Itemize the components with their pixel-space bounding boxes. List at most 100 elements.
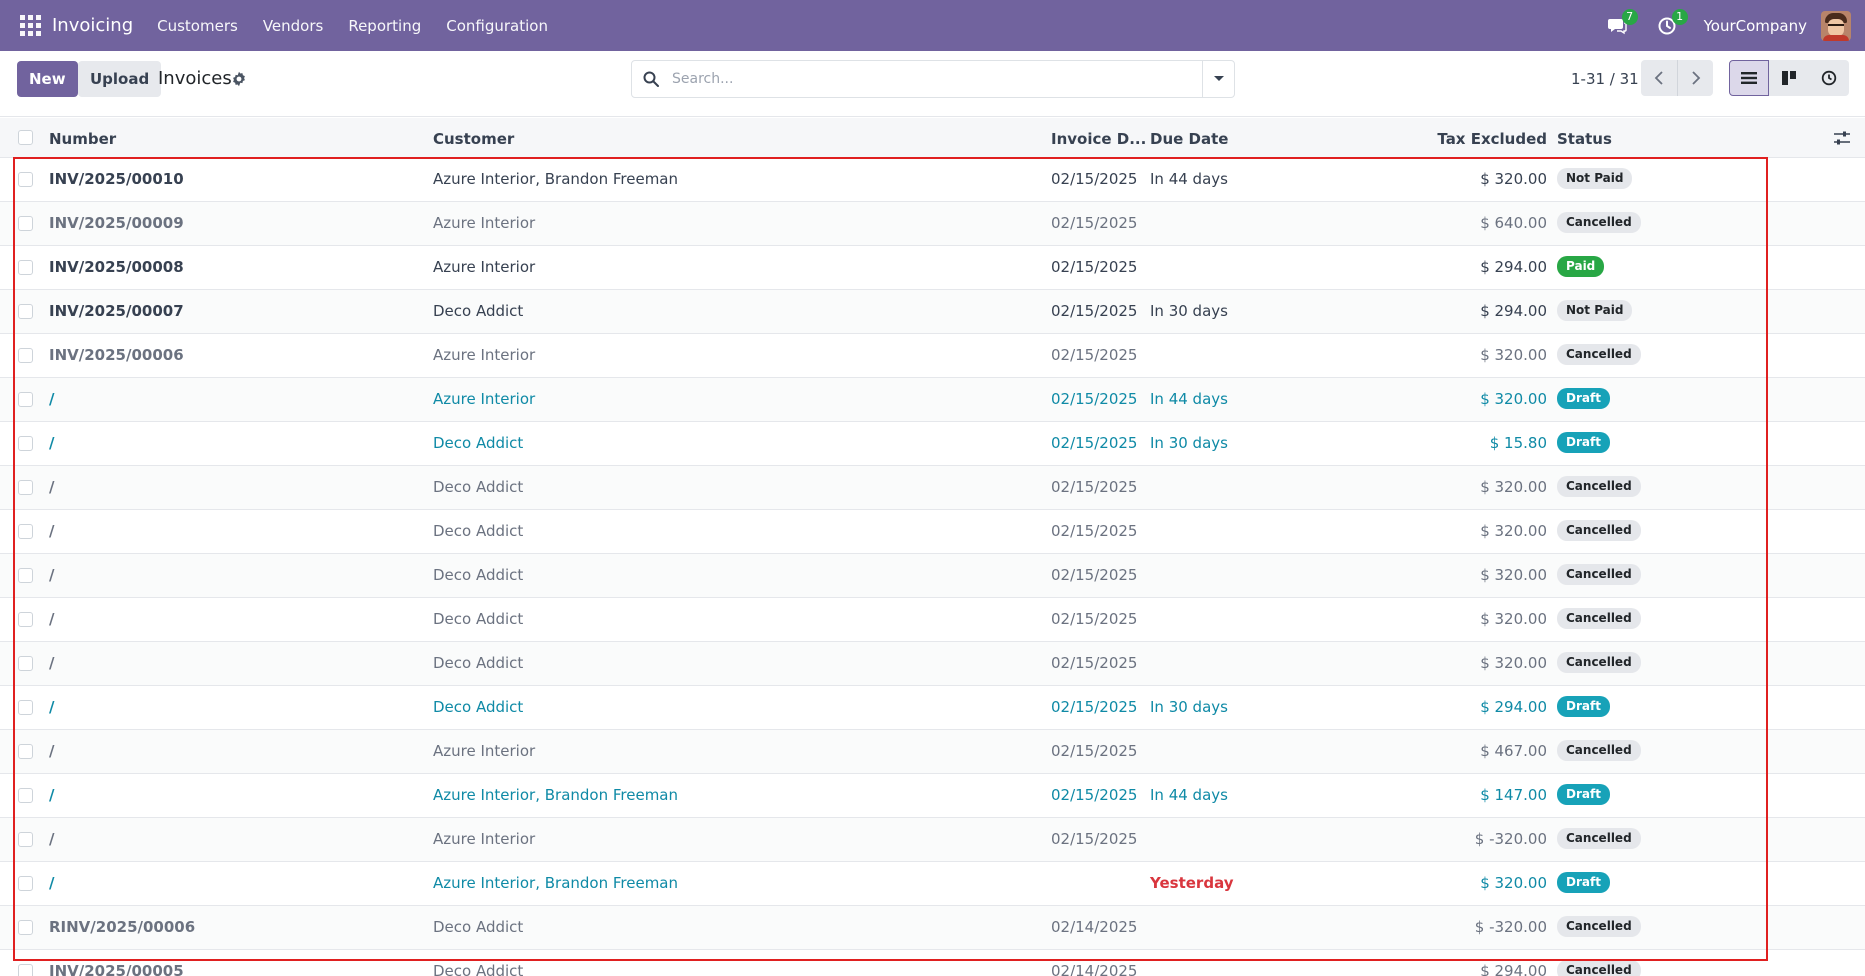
row-checkbox[interactable] <box>18 480 33 495</box>
table-row[interactable]: INV/2025/00008 Azure Interior 02/15/2025 $ … <box>0 246 1865 290</box>
table-row[interactable]: INV/2025/00010 Azure Interior, Brandon Fr… <box>0 158 1865 202</box>
row-checkbox[interactable] <box>18 304 33 319</box>
status-badge: Draft <box>1557 432 1610 453</box>
status-badge: Cancelled <box>1557 652 1641 673</box>
table-row[interactable]: / Deco Addict 02/15/2025 $ 320.00 Cancelled <box>0 598 1865 642</box>
cell-status: Cancelled <box>1557 212 1641 233</box>
column-number[interactable]: Number <box>49 130 116 148</box>
cell-customer: Azure Interior <box>433 214 536 232</box>
row-checkbox[interactable] <box>18 788 33 803</box>
cell-due-date: Yesterday <box>1150 874 1234 892</box>
row-checkbox[interactable] <box>18 656 33 671</box>
row-checkbox[interactable] <box>18 832 33 847</box>
gear-icon[interactable] <box>231 71 247 87</box>
column-due-date[interactable]: Due Date <box>1150 130 1228 148</box>
pager-next-button[interactable] <box>1677 60 1713 96</box>
list-header: Number Customer Invoice D... Due Date Ta… <box>0 118 1865 158</box>
apps-menu-icon[interactable] <box>18 14 42 38</box>
cell-status: Cancelled <box>1557 960 1641 976</box>
cell-tax-excluded: $ 320.00 <box>1480 874 1547 892</box>
app-name[interactable]: Invoicing <box>52 15 133 36</box>
row-checkbox[interactable] <box>18 260 33 275</box>
menu-customers[interactable]: Customers <box>157 17 238 35</box>
optional-columns-icon[interactable] <box>1833 130 1851 146</box>
row-checkbox[interactable] <box>18 436 33 451</box>
row-checkbox[interactable] <box>18 744 33 759</box>
cell-tax-excluded: $ 294.00 <box>1480 962 1547 976</box>
column-tax-excluded[interactable]: Tax Excluded <box>1437 130 1547 148</box>
cell-number: / <box>49 874 55 892</box>
cell-status: Draft <box>1557 696 1610 717</box>
table-row[interactable]: / Deco Addict 02/15/2025 $ 320.00 Cancelled <box>0 510 1865 554</box>
menu-reporting[interactable]: Reporting <box>348 17 421 35</box>
company-switcher[interactable]: YourCompany <box>1704 17 1807 35</box>
table-row[interactable]: / Deco Addict 02/15/2025 $ 320.00 Cancelled <box>0 554 1865 598</box>
pager-value[interactable]: 1-31 / 31 <box>1571 70 1639 88</box>
search-options-toggle[interactable] <box>1202 61 1234 97</box>
status-badge: Cancelled <box>1557 344 1641 365</box>
caret-down-icon <box>1213 76 1224 81</box>
menu-configuration[interactable]: Configuration <box>446 17 548 35</box>
table-row[interactable]: INV/2025/00006 Azure Interior 02/15/2025 $ … <box>0 334 1865 378</box>
kanban-view-button[interactable] <box>1769 60 1809 96</box>
column-invoice-date[interactable]: Invoice D... <box>1051 130 1146 148</box>
activities-clock-icon[interactable]: 1 <box>1654 8 1688 39</box>
cell-customer: Azure Interior <box>433 390 536 408</box>
table-row[interactable]: / Azure Interior 02/15/2025 $ 467.00 Cancell… <box>0 730 1865 774</box>
cell-number: / <box>49 566 55 584</box>
cell-customer: Deco Addict <box>433 610 524 628</box>
column-customer[interactable]: Customer <box>433 130 514 148</box>
table-row[interactable]: INV/2025/00007 Deco Addict 02/15/2025 In 30… <box>0 290 1865 334</box>
row-checkbox[interactable] <box>18 876 33 891</box>
cell-status: Cancelled <box>1557 476 1641 497</box>
cell-tax-excluded: $ 320.00 <box>1480 390 1547 408</box>
table-row[interactable]: / Deco Addict 02/15/2025 $ 320.00 Cancelled <box>0 642 1865 686</box>
cell-invoice-date: 02/15/2025 <box>1051 390 1138 408</box>
status-badge: Cancelled <box>1557 740 1641 761</box>
row-checkbox[interactable] <box>18 612 33 627</box>
cell-status: Draft <box>1557 872 1610 893</box>
messages-icon[interactable]: 7 <box>1604 8 1638 39</box>
cell-number: / <box>49 522 55 540</box>
row-checkbox[interactable] <box>18 348 33 363</box>
table-row[interactable]: INV/2025/00005 Deco Addict 02/14/2025 $ 294… <box>0 950 1865 976</box>
table-row[interactable]: / Azure Interior 02/15/2025 $ -320.00 Cancel… <box>0 818 1865 862</box>
cell-customer: Azure Interior, Brandon Freeman <box>433 170 679 188</box>
row-checkbox[interactable] <box>18 172 33 187</box>
table-row[interactable]: INV/2025/00009 Azure Interior 02/15/2025 $ … <box>0 202 1865 246</box>
cell-invoice-date: 02/15/2025 <box>1051 258 1138 276</box>
cell-customer: Deco Addict <box>433 478 524 496</box>
cell-invoice-date: 02/15/2025 <box>1051 434 1138 452</box>
cell-status: Cancelled <box>1557 520 1641 541</box>
row-checkbox[interactable] <box>18 964 33 976</box>
table-row[interactable]: / Azure Interior, Brandon Freeman 02/15/20… <box>0 774 1865 818</box>
table-row[interactable]: / Azure Interior 02/15/2025 In 44 days $ 320… <box>0 378 1865 422</box>
table-row[interactable]: / Azure Interior, Brandon Freeman Yesterda… <box>0 862 1865 906</box>
list-view-button[interactable] <box>1729 60 1769 96</box>
row-checkbox[interactable] <box>18 568 33 583</box>
row-checkbox[interactable] <box>18 392 33 407</box>
select-all-checkbox[interactable] <box>18 130 33 145</box>
status-badge: Cancelled <box>1557 212 1641 233</box>
row-checkbox[interactable] <box>18 216 33 231</box>
column-status[interactable]: Status <box>1557 130 1612 148</box>
row-checkbox[interactable] <box>18 920 33 935</box>
table-row[interactable]: RINV/2025/00006 Deco Addict 02/14/2025 $ -3… <box>0 906 1865 950</box>
table-row[interactable]: / Deco Addict 02/15/2025 In 30 days $ 294.00… <box>0 686 1865 730</box>
cell-status: Paid <box>1557 256 1605 277</box>
activity-view-button[interactable] <box>1809 60 1849 96</box>
pager-previous-button[interactable] <box>1641 60 1677 96</box>
row-checkbox[interactable] <box>18 524 33 539</box>
search-input[interactable] <box>672 71 1192 87</box>
upload-button[interactable]: Upload <box>78 61 162 97</box>
table-row[interactable]: / Deco Addict 02/15/2025 $ 320.00 Cancelled <box>0 466 1865 510</box>
cell-invoice-date: 02/15/2025 <box>1051 654 1138 672</box>
cell-status: Cancelled <box>1557 344 1641 365</box>
row-checkbox[interactable] <box>18 700 33 715</box>
new-button[interactable]: New <box>17 61 78 97</box>
search-icon <box>643 71 659 87</box>
table-row[interactable]: / Deco Addict 02/15/2025 In 30 days $ 15.80 D… <box>0 422 1865 466</box>
user-avatar[interactable] <box>1821 10 1851 41</box>
cell-tax-excluded: $ 294.00 <box>1480 302 1547 320</box>
menu-vendors[interactable]: Vendors <box>263 17 324 35</box>
